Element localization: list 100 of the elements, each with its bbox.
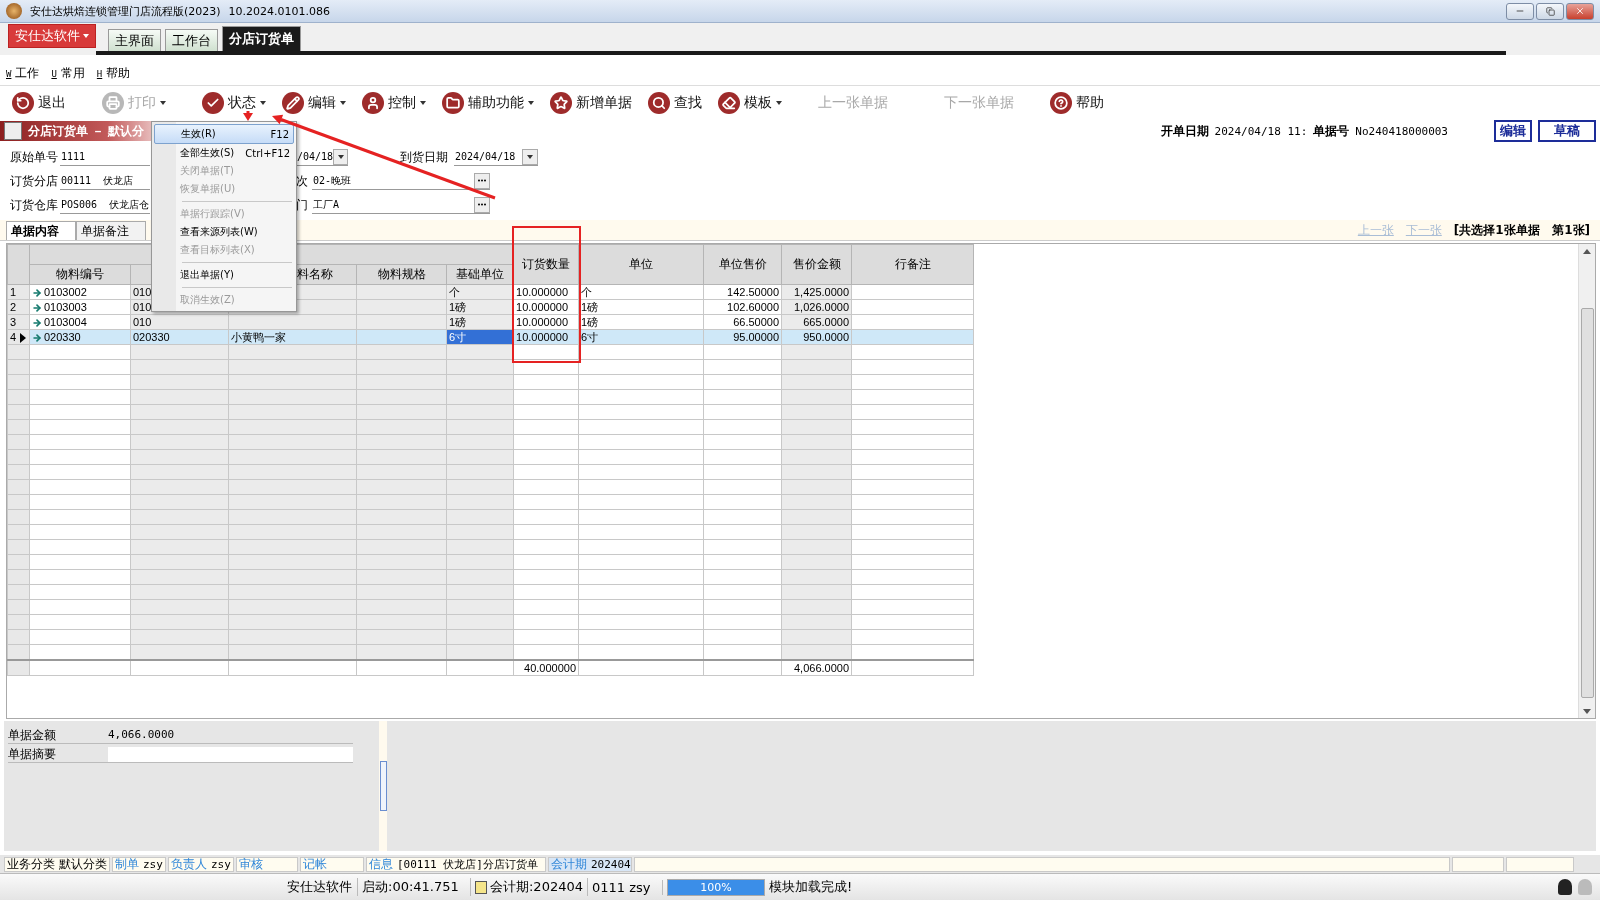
version-text: 10.2024.0101.086: [228, 4, 331, 18]
period-text: 会计期:202404: [471, 878, 588, 896]
toolbar-button[interactable]: 状态: [200, 92, 268, 114]
tab[interactable]: 主界面: [108, 29, 161, 51]
input-field[interactable]: 00111 伏龙店: [60, 172, 150, 190]
help-icon: [1050, 92, 1072, 114]
toolbar-button[interactable]: 控制: [360, 92, 428, 114]
status-field: [1506, 856, 1574, 872]
tab[interactable]: 分店订货单: [222, 26, 301, 51]
progress-text: 100%: [699, 879, 733, 895]
ellipsis-button[interactable]: [474, 196, 490, 213]
column-header[interactable]: 订货数量: [513, 244, 579, 285]
user-text: 0111 zsy: [588, 879, 663, 895]
summary-label: 单据摘要: [8, 745, 57, 763]
tab[interactable]: 单据备注: [76, 221, 146, 240]
input-field[interactable]: [108, 746, 353, 762]
scrollbar[interactable]: [1578, 244, 1595, 718]
uptime-text: 启动:00:41.751: [358, 878, 471, 896]
status-field: 业务分类 默认分类: [4, 856, 110, 872]
input-field[interactable]: 1111: [60, 148, 150, 166]
document-title: 分店订货单 － 默认分: [0, 121, 154, 141]
field-label: 次: [296, 172, 309, 190]
table-cell: 小黄鸭一家: [228, 329, 357, 345]
lookup-field[interactable]: 02-晚班: [312, 172, 490, 190]
status-field: 会计期 202404: [548, 856, 632, 872]
date-field[interactable]: 2024/04/18: [454, 148, 538, 166]
selection-summary: [共选择1张单据 第1张]: [1453, 222, 1590, 239]
column-header[interactable]: 售价金额: [781, 244, 852, 285]
field-label: 订货仓库: [10, 196, 59, 214]
status-field: 负责人 zsy: [168, 856, 234, 872]
undo-icon: [12, 92, 34, 114]
menu-item[interactable]: 查看来源列表(W): [154, 223, 294, 241]
annotation-arrow: [243, 111, 253, 121]
dropdown-button[interactable]: [333, 148, 348, 165]
field-label: 到货日期: [400, 148, 449, 166]
arrow-icon: [32, 333, 42, 344]
menu-item[interactable]: 退出单据(Y): [154, 266, 294, 284]
table-cell: 0103003: [29, 299, 131, 315]
app-icon: [6, 3, 22, 19]
table-cell: 6寸: [578, 329, 704, 345]
restore-icon: [1545, 6, 1555, 16]
window-title: 安仕达烘焙连锁管理门店流程版(2023): [30, 3, 221, 19]
pencil-icon: [282, 92, 304, 114]
tab[interactable]: 工作台: [165, 29, 218, 51]
status-field: [1452, 856, 1504, 872]
status-message: 模块加载完成!: [769, 878, 853, 896]
table-cell: 950.0000: [781, 329, 852, 345]
status-field: 信息 [00111 伏龙店]分店订货单: [366, 856, 546, 872]
arrow-icon: [32, 288, 42, 299]
folder-icon: [442, 92, 464, 114]
table-cell: 10.000000: [513, 329, 579, 345]
table-cell: 020330: [29, 329, 131, 345]
table-cell: 0103004: [29, 314, 131, 330]
toolbar-button[interactable]: 查找: [646, 92, 704, 114]
column-header[interactable]: 单位售价: [703, 244, 782, 285]
tab[interactable]: 单据内容: [6, 221, 76, 240]
field-label: 原始单号: [10, 148, 59, 166]
toolbar-button[interactable]: 编辑: [280, 92, 348, 114]
table-cell: 0103002: [29, 284, 131, 300]
document-icon: [4, 122, 22, 140]
toolbar-button[interactable]: 辅助功能: [440, 92, 536, 114]
menu-item[interactable]: 生效(R) F12: [154, 124, 294, 144]
close-button[interactable]: [1566, 2, 1594, 20]
number-label: 单据号: [1313, 122, 1350, 140]
menu-item[interactable]: W 工作: [6, 64, 40, 82]
number-value: No240418000003: [1355, 124, 1448, 138]
eraser-icon: [718, 92, 740, 114]
caret-icon: [83, 34, 89, 38]
ellipsis-icon: [477, 203, 487, 206]
status-field: 制单 zsy: [112, 856, 166, 872]
toolbar-button[interactable]: 帮助: [1048, 92, 1106, 114]
status-field: 审核: [236, 856, 298, 872]
total-cell: 4,066.0000: [781, 660, 852, 676]
splitter-handle[interactable]: [379, 761, 387, 811]
lookup-field[interactable]: 工厂A: [312, 196, 490, 214]
status-badge: 编辑: [1494, 120, 1532, 142]
toolbar-button[interactable]: 模板: [716, 92, 784, 114]
dropdown-button[interactable]: [522, 148, 538, 165]
open-date-value: 2024/04/18 11:: [1214, 124, 1308, 138]
company-text: 安仕达软件: [283, 878, 358, 896]
minimize-button[interactable]: [1506, 2, 1534, 20]
arrow-icon: [32, 303, 42, 314]
restore-button[interactable]: [1536, 2, 1564, 20]
ellipsis-icon: [477, 179, 487, 182]
menu-item[interactable]: 全部生效(S) Ctrl+F12: [154, 144, 294, 162]
person-icon: [362, 92, 384, 114]
toolbar-button[interactable]: 退出: [10, 92, 68, 114]
open-date-label: 开单日期: [1160, 122, 1209, 140]
menu-item[interactable]: H 帮助: [96, 64, 131, 82]
ellipsis-button[interactable]: [474, 172, 490, 189]
field-label: 订货分店: [10, 172, 59, 190]
column-header[interactable]: 行备注: [851, 244, 974, 285]
field-label: 门: [296, 196, 309, 214]
menu-item[interactable]: U 常用: [51, 64, 85, 82]
input-field[interactable]: POS006 伏龙店仓: [60, 196, 150, 214]
app-menu-button[interactable]: 安仕达软件: [8, 24, 96, 48]
total-cell: 40.000000: [513, 660, 579, 676]
column-header[interactable]: 单位: [578, 244, 704, 285]
check-icon: [202, 92, 224, 114]
toolbar-button[interactable]: 新增单据: [548, 92, 634, 114]
